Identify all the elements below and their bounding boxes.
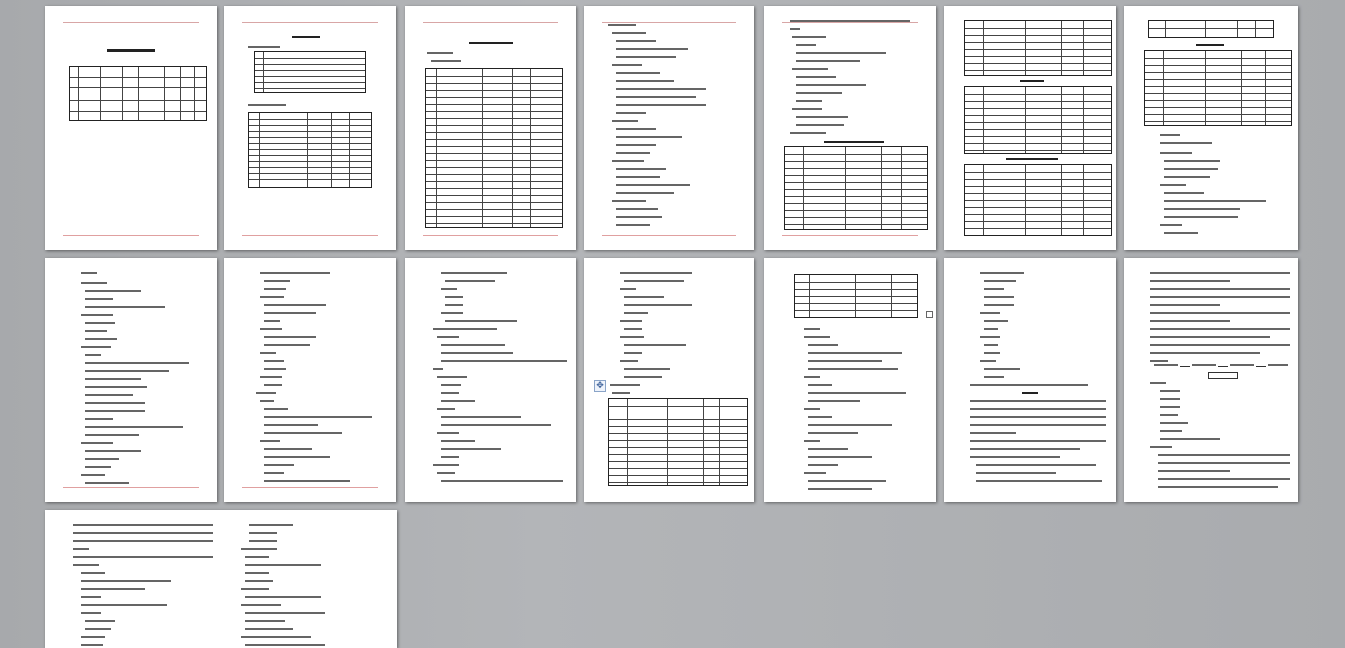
parts-table [608,398,748,486]
table-continued [1148,20,1274,38]
toc-table [254,51,366,93]
table-4 [1144,50,1292,126]
page-11[interactable] [584,258,754,502]
page-6[interactable] [944,6,1116,250]
table-caption [1196,44,1224,46]
section-heading [1022,392,1038,394]
footer-rule [782,235,918,236]
cover-table [69,66,207,121]
table-continued [794,274,918,318]
page-14[interactable] [1124,258,1298,502]
footer-rule [242,235,378,236]
page-7[interactable] [1124,6,1298,250]
table-move-icon[interactable]: ✥ [594,380,606,392]
cover-title [107,49,155,52]
footer-rule [602,235,736,236]
footer-rule [63,235,199,236]
header-rule [242,22,378,23]
footer-rule [63,487,199,488]
chapter-heading [469,42,513,44]
page-title [292,36,320,38]
document-viewer[interactable]: ✥ [0,0,1345,648]
header-rule [602,22,736,23]
page-12[interactable] [764,258,936,502]
table-caption [1006,158,1058,160]
footer-rule [423,235,558,236]
header-rule [782,22,918,23]
table-2 [964,86,1112,154]
page-13[interactable] [944,258,1116,502]
table-resize-icon[interactable] [926,311,933,318]
item-table [248,112,372,188]
table-caption [1020,80,1044,82]
page-15[interactable] [45,510,397,648]
page-3[interactable] [405,6,576,250]
page-9[interactable] [224,258,396,502]
page-1[interactable] [45,6,217,250]
spec-table [784,146,928,230]
page-4[interactable] [584,6,754,250]
page-2[interactable] [224,6,396,250]
table-continued [964,20,1112,76]
table-caption [824,141,884,143]
footer-rule [242,487,378,488]
header-rule [63,22,199,23]
page-8[interactable] [45,258,217,502]
header-rule [423,22,558,23]
table-3 [964,164,1112,236]
page-10[interactable] [405,258,576,502]
page-5[interactable] [764,6,936,250]
parts-table [425,68,563,228]
